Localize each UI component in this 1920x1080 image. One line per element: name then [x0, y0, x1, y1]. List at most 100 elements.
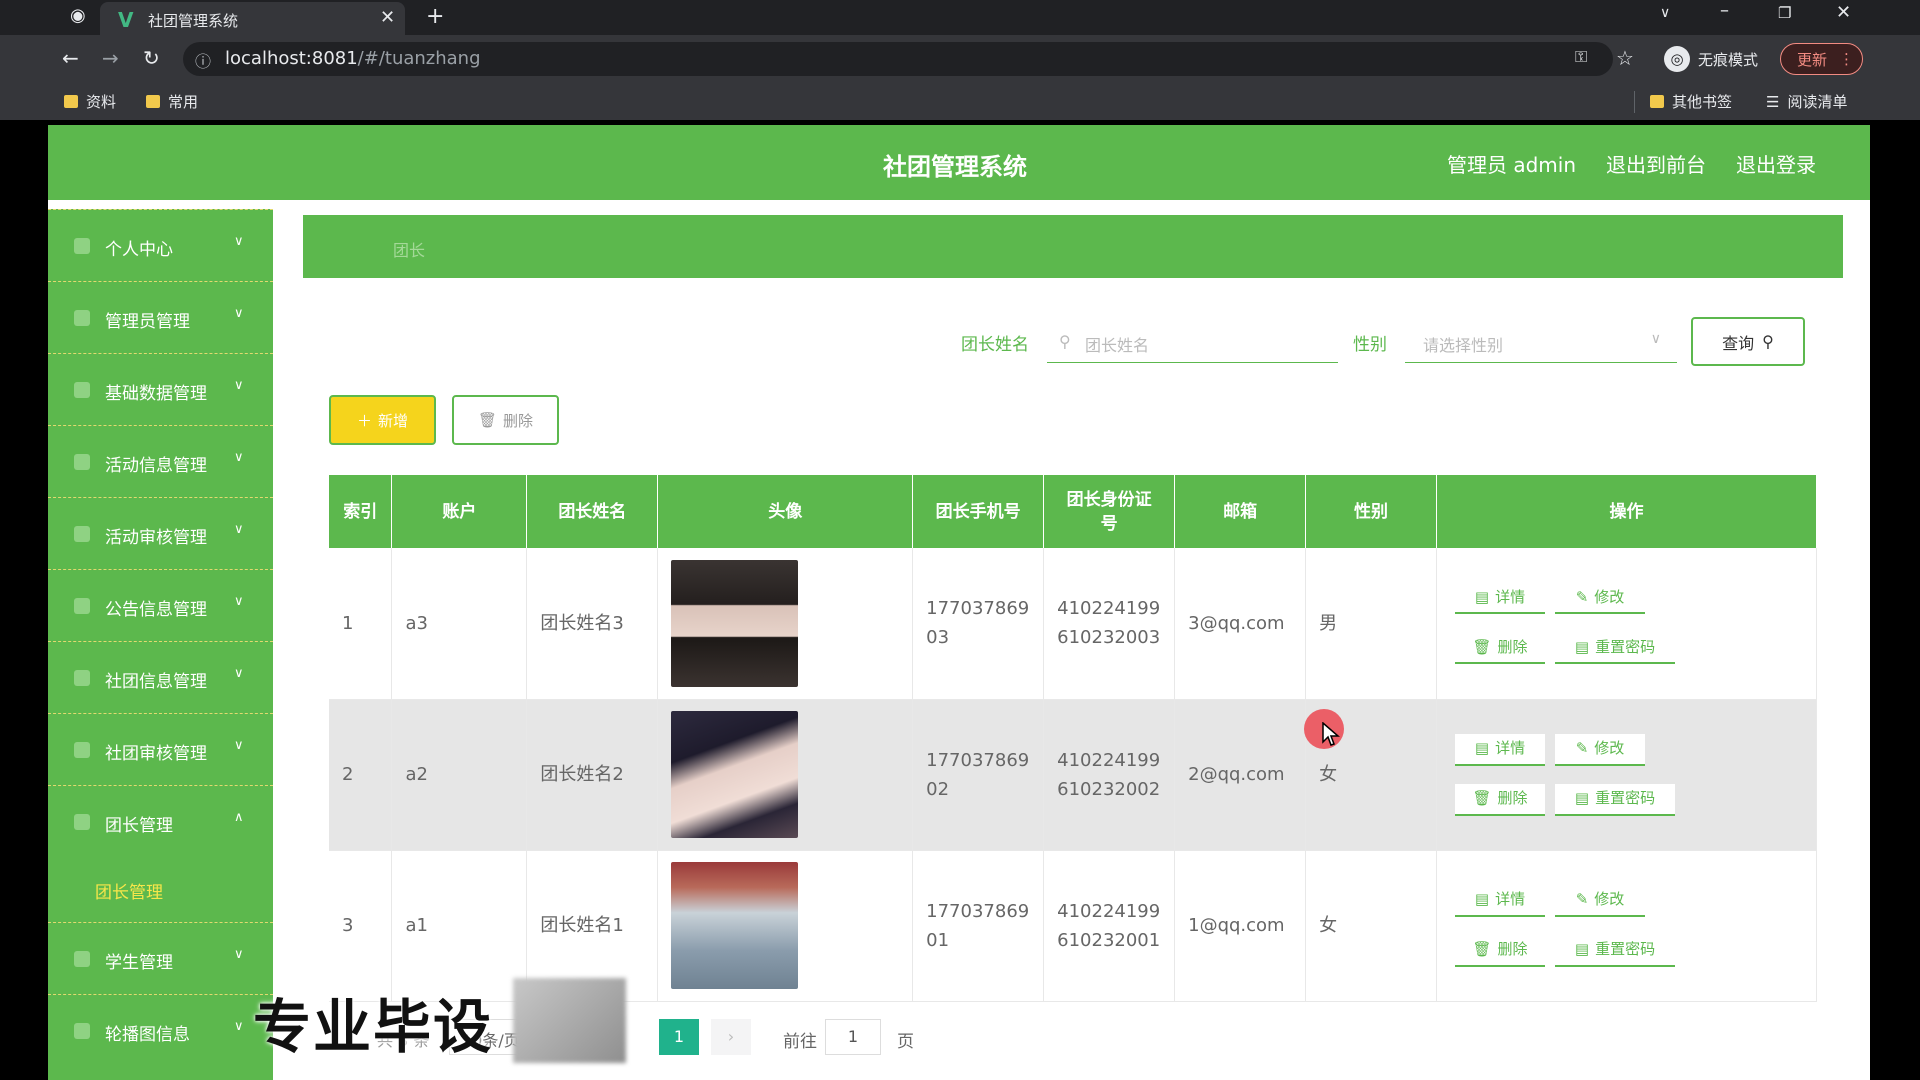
review-icon: [74, 526, 90, 542]
reading-list-icon: ☰: [1766, 92, 1780, 111]
sidebar-item-admin[interactable]: 管理员管理 ∨: [48, 281, 273, 353]
reset-password-button[interactable]: ▤ 重置密码: [1555, 632, 1675, 665]
reset-password-button[interactable]: ▤ 重置密码: [1555, 934, 1675, 967]
edit-label: 修改: [1594, 890, 1625, 908]
detail-button[interactable]: ▤ 详情: [1455, 582, 1545, 615]
avatar: [671, 711, 799, 838]
name-search-label: 团长姓名: [961, 335, 1029, 355]
breadcrumb: 团长: [303, 215, 1843, 278]
pager-next-icon[interactable]: ›: [711, 1019, 751, 1055]
app-root: 社团管理系统 管理员 admin 退出到前台 退出登录 个人中心 ∨ 管理员管理…: [48, 125, 1870, 1080]
name-search-placeholder: 团长姓名: [1085, 336, 1150, 355]
col-index: 索引: [329, 475, 393, 548]
query-button[interactable]: 查询 ⚲: [1691, 317, 1805, 366]
name-search-input[interactable]: ⚲ 团长姓名: [1047, 321, 1338, 363]
data-icon: [74, 382, 90, 398]
incognito-indicator[interactable]: ◎ 无痕模式: [1660, 43, 1768, 75]
delete-button[interactable]: 🗑 删除: [1455, 934, 1545, 967]
update-button[interactable]: 更新 ⋮: [1780, 43, 1863, 75]
sidebar-item-label: 学生管理: [105, 953, 173, 973]
check-icon: [74, 742, 90, 758]
tab-title: 社团管理系统: [148, 12, 239, 30]
edit-button[interactable]: ✎ 修改: [1555, 582, 1645, 615]
bookmark-folder-2[interactable]: 常用: [146, 91, 198, 112]
new-tab-icon[interactable]: +: [426, 6, 444, 28]
reset-label: 重置密码: [1595, 789, 1656, 807]
cell-phone: 17703786901: [912, 850, 1045, 1002]
reading-list[interactable]: ☰ 阅读清单: [1766, 91, 1847, 112]
tab-close-icon[interactable]: ✕: [380, 7, 395, 28]
forward-icon[interactable]: →: [102, 48, 119, 68]
phone-text: 17703786902: [926, 749, 1030, 800]
close-window-icon[interactable]: ✕: [1836, 4, 1851, 22]
add-button[interactable]: ＋ 新增: [329, 395, 436, 445]
chevron-down-icon: ∨: [234, 450, 244, 465]
reset-password-button[interactable]: ▤ 重置密码: [1555, 783, 1675, 816]
minimize-icon[interactable]: –: [1720, 2, 1729, 20]
sidebar-item-leader[interactable]: 团长管理 ∧: [48, 785, 273, 857]
delete-label: 删除: [503, 411, 534, 430]
other-bookmarks[interactable]: 其他书签: [1650, 91, 1732, 112]
cell-index: 3: [329, 850, 393, 1002]
sidebar-item-label: 社团信息管理: [105, 672, 207, 692]
incognito-label: 无痕模式: [1698, 50, 1759, 69]
reload-icon[interactable]: ↻: [143, 48, 160, 68]
url-bar[interactable]: ⓘ localhost:8081/#/tuanzhang ⚿: [183, 42, 1613, 76]
edit-label: 修改: [1594, 739, 1625, 757]
browser-tab[interactable]: V 社团管理系统 ✕: [100, 2, 405, 35]
app-header: 社团管理系统 管理员 admin 退出到前台 退出登录: [48, 125, 1870, 200]
sidebar-item-student[interactable]: 学生管理 ∨: [48, 922, 273, 994]
cell-ops: ▤ 详情 ✎ 修改 🗑 删除 ▤ 重置密码: [1436, 850, 1817, 1002]
detail-icon: ▤: [1474, 890, 1490, 908]
sidebar-item-club-review[interactable]: 社团审核管理 ∨: [48, 713, 273, 785]
edit-button[interactable]: ✎ 修改: [1555, 733, 1645, 766]
sidebar-item-basedata[interactable]: 基础数据管理 ∨: [48, 353, 273, 425]
cell-ops: ▤ 详情 ✎ 修改 🗑 删除 ▤ 重置密码: [1436, 548, 1817, 700]
col-avatar: 头像: [657, 475, 914, 548]
detail-button[interactable]: ▤ 详情: [1455, 733, 1545, 766]
restore-icon[interactable]: ❐: [1778, 6, 1791, 21]
edit-icon: ✎: [1575, 587, 1589, 606]
sidebar-item-activity[interactable]: 活动信息管理 ∨: [48, 425, 273, 497]
pager-goto-input[interactable]: 1: [825, 1019, 881, 1055]
phone-text: 17703786903: [926, 598, 1030, 649]
detail-button[interactable]: ▤ 详情: [1455, 884, 1545, 917]
back-icon[interactable]: ←: [62, 48, 79, 68]
table-row: 2 a2 团长姓名2 17703786902 41022419961023200…: [329, 699, 1817, 851]
delete-button[interactable]: 🗑 删除: [1455, 632, 1545, 665]
sidebar-subitem-leader[interactable]: 团长管理: [48, 857, 273, 922]
chevron-down-icon: ∨: [234, 378, 244, 393]
bookmark-label: 资料: [86, 93, 117, 111]
cell-idcard: 410224199610232002: [1043, 699, 1176, 851]
sidebar-item-label: 团长管理: [105, 816, 173, 836]
tab-search-icon[interactable]: ∨: [1660, 6, 1670, 20]
sidebar-item-carousel[interactable]: 轮播图信息 ∨: [48, 994, 273, 1066]
edit-label: 修改: [1594, 587, 1625, 606]
gender-select[interactable]: 请选择性别 ∨: [1405, 321, 1677, 363]
bookmark-star-icon[interactable]: ☆: [1616, 48, 1634, 68]
edit-icon: ✎: [1575, 739, 1589, 757]
batch-delete-button[interactable]: 🗑 删除: [452, 395, 559, 445]
sidebar-item-club[interactable]: 社团信息管理 ∨: [48, 641, 273, 713]
bookmark-folder-1[interactable]: 资料: [64, 91, 116, 112]
chevron-down-icon: ∨: [1650, 331, 1661, 347]
back-to-front-link[interactable]: 退出到前台: [1606, 149, 1706, 178]
sidebar-item-activity-review[interactable]: 活动审核管理 ∨: [48, 497, 273, 569]
sidebar-item-personal[interactable]: 个人中心 ∨: [48, 209, 273, 281]
sidebar-item-notice[interactable]: 公告信息管理 ∨: [48, 569, 273, 641]
chevron-down-icon: ∨: [234, 234, 244, 249]
app-title: 社团管理系统: [883, 153, 1027, 181]
more-menu-icon: ⋮: [1839, 50, 1855, 68]
key-icon[interactable]: ⚿: [1575, 49, 1587, 65]
leader-icon: [74, 814, 90, 830]
delete-button[interactable]: 🗑 删除: [1455, 783, 1545, 816]
search-icon: ⚲: [1059, 332, 1071, 351]
chevron-down-icon: ∨: [234, 522, 244, 537]
pager-current-page[interactable]: 1: [659, 1019, 699, 1055]
trash-icon: 🗑: [477, 411, 498, 429]
breadcrumb-item[interactable]: 团长: [393, 237, 425, 261]
edit-button[interactable]: ✎ 修改: [1555, 884, 1645, 917]
site-info-icon[interactable]: ⓘ: [195, 48, 211, 72]
reset-icon: ▤: [1574, 940, 1590, 958]
logout-link[interactable]: 退出登录: [1736, 149, 1816, 178]
